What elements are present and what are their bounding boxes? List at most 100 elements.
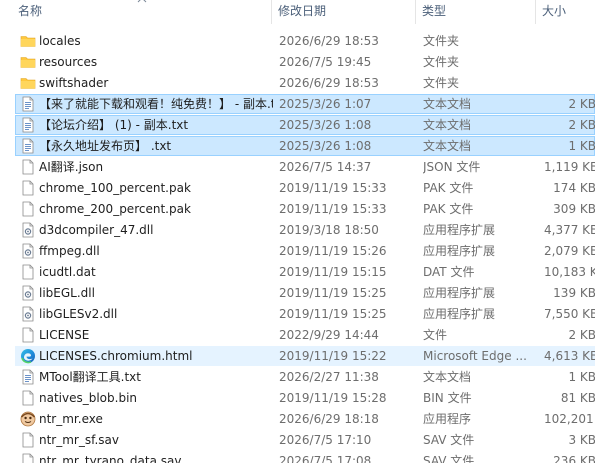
file-row[interactable]: 【永久地址发布页】 .txt 2025/3/26 1:08 文本文档 1 KB (15, 136, 595, 156)
file-size: 4,613 KB (544, 349, 595, 363)
text-file-icon (20, 369, 36, 386)
file-date: 2026/2/27 11:38 (279, 370, 379, 384)
file-row[interactable]: chrome_200_percent.pak 2019/11/19 15:33 … (15, 199, 595, 219)
file-row[interactable]: libGLESv2.dll 2019/11/19 15:25 应用程序扩展 7,… (15, 304, 595, 324)
file-row[interactable]: 【论坛介绍】 (1) - 副本.txt 2025/3/26 1:08 文本文档 … (15, 115, 595, 135)
file-row[interactable]: ffmpeg.dll 2019/11/19 15:26 应用程序扩展 2,079… (15, 241, 595, 261)
file-date: 2026/7/5 14:37 (279, 160, 372, 174)
file-size: 2 KB (568, 118, 595, 132)
file-type: 文件夹 (423, 34, 460, 48)
file-row[interactable]: resources 2026/7/5 19:45 文件夹 (15, 52, 595, 72)
file-name: ffmpeg.dll (39, 244, 100, 258)
file-name: icudtl.dat (39, 265, 96, 279)
file-date: 2026/6/29 18:53 (279, 76, 379, 90)
file-date: 2019/11/19 15:25 (279, 286, 387, 300)
edge-icon (20, 348, 36, 365)
file-icon (20, 180, 36, 197)
file-type: 文本文档 (423, 97, 472, 111)
file-size: 102,201 KB (544, 412, 595, 426)
file-name: ntr_mr_tyrano_data.sav (39, 454, 182, 463)
file-type: 应用程序 (423, 412, 472, 426)
file-date: 2019/11/19 15:33 (279, 202, 387, 216)
dll-file-icon (20, 306, 36, 323)
file-name: chrome_200_percent.pak (39, 202, 191, 216)
file-type: 文件夹 (423, 55, 460, 69)
file-icon (20, 264, 36, 281)
file-icon (20, 390, 36, 407)
file-row[interactable]: 【来了就能下载和观看！纯免费！】 - 副本.txt 2025/3/26 1:07… (15, 94, 595, 114)
file-type: 文件夹 (423, 76, 460, 90)
file-row[interactable]: ntr_mr.exe 2026/6/29 18:18 应用程序 102,201 … (15, 409, 595, 429)
file-name: locales (39, 34, 81, 48)
column-header-type[interactable]: 类型 (416, 0, 535, 24)
folder-icon (20, 75, 36, 92)
column-header-date[interactable]: 修改日期 (272, 0, 415, 24)
dll-file-icon (20, 243, 36, 260)
file-type: 应用程序扩展 (423, 307, 496, 321)
file-row[interactable]: MTool翻译工具.txt 2026/2/27 11:38 文本文档 1 KB (15, 367, 595, 387)
file-size: 236 KB (553, 454, 595, 463)
file-name: libGLESv2.dll (39, 307, 118, 321)
file-date: 2019/11/19 15:26 (279, 244, 387, 258)
file-size: 2 KB (568, 97, 595, 111)
file-size: 1 KB (568, 139, 595, 153)
text-file-icon (20, 96, 36, 113)
file-type: SAV 文件 (423, 433, 475, 447)
file-row[interactable]: d3dcompiler_47.dll 2019/3/18 18:50 应用程序扩… (15, 220, 595, 240)
folder-icon (20, 33, 36, 50)
file-name: LICENSE (39, 328, 90, 342)
file-date: 2026/6/29 18:18 (279, 412, 379, 426)
file-size: 4,377 KB (544, 223, 595, 237)
file-name: LICENSES.chromium.html (39, 349, 193, 363)
file-type: BIN 文件 (423, 391, 472, 405)
file-row[interactable]: AI翻译.json 2026/7/5 14:37 JSON 文件 1,119 K… (15, 157, 595, 177)
file-row[interactable]: ntr_mr_sf.sav 2026/7/5 17:10 SAV 文件 3 KB (15, 430, 595, 450)
file-name: ntr_mr.exe (39, 412, 103, 426)
column-size-label: 大小 (542, 4, 567, 18)
file-date: 2025/3/26 1:08 (279, 139, 372, 153)
file-row[interactable]: natives_blob.bin 2019/11/19 15:28 BIN 文件… (15, 388, 595, 408)
file-size (544, 74, 595, 93)
file-type: 文件 (423, 328, 448, 342)
file-date: 2025/3/26 1:08 (279, 118, 372, 132)
file-date: 2026/7/5 17:10 (279, 433, 372, 447)
file-date: 2026/7/5 19:45 (279, 55, 372, 69)
file-row[interactable]: ntr_mr_tyrano_data.sav 2026/7/5 17:08 SA… (15, 451, 595, 463)
file-row[interactable]: icudtl.dat 2019/11/19 15:15 DAT 文件 10,18… (15, 262, 595, 282)
file-size: 81 KB (560, 391, 595, 405)
file-row[interactable]: LICENSE 2022/9/29 14:44 文件 2 KB (15, 325, 595, 345)
file-row[interactable]: locales 2026/6/29 18:53 文件夹 (15, 31, 595, 51)
text-file-icon (20, 117, 36, 134)
file-size: 3 KB (568, 433, 595, 447)
file-name: 【来了就能下载和观看！纯免费！】 - 副本.txt (39, 97, 273, 111)
file-size: 7,550 KB (544, 307, 595, 321)
file-size: 1,119 KB (544, 160, 595, 174)
file-type: DAT 文件 (423, 265, 475, 279)
text-file-icon (20, 138, 36, 155)
file-date: 2019/3/18 18:50 (279, 223, 379, 237)
file-name: resources (39, 55, 98, 69)
file-row[interactable]: swiftshader 2026/6/29 18:53 文件夹 (15, 73, 595, 93)
file-size: 2,079 KB (544, 244, 595, 258)
column-date-label: 修改日期 (278, 4, 327, 18)
file-size: 174 KB (553, 181, 595, 195)
file-size: 2 KB (568, 328, 595, 342)
file-icon (20, 201, 36, 218)
file-icon (20, 159, 36, 176)
file-date: 2026/7/5 17:08 (279, 454, 372, 463)
column-type-label: 类型 (422, 4, 447, 18)
file-name: d3dcompiler_47.dll (39, 223, 154, 237)
sort-ascending-icon (137, 0, 147, 4)
column-header-size[interactable]: 大小 (536, 0, 595, 24)
file-icon (20, 327, 36, 344)
file-row[interactable]: chrome_100_percent.pak 2019/11/19 15:33 … (15, 178, 595, 198)
file-name: chrome_100_percent.pak (39, 181, 191, 195)
file-name: libEGL.dll (39, 286, 95, 300)
file-name: ntr_mr_sf.sav (39, 433, 119, 447)
file-name: 【永久地址发布页】 .txt (39, 139, 172, 153)
file-row[interactable]: LICENSES.chromium.html 2019/11/19 15:22 … (15, 346, 595, 366)
file-type: SAV 文件 (423, 454, 475, 463)
file-row[interactable]: libEGL.dll 2019/11/19 15:25 应用程序扩展 139 K… (15, 283, 595, 303)
file-icon (20, 453, 36, 463)
file-type: 文本文档 (423, 139, 472, 153)
